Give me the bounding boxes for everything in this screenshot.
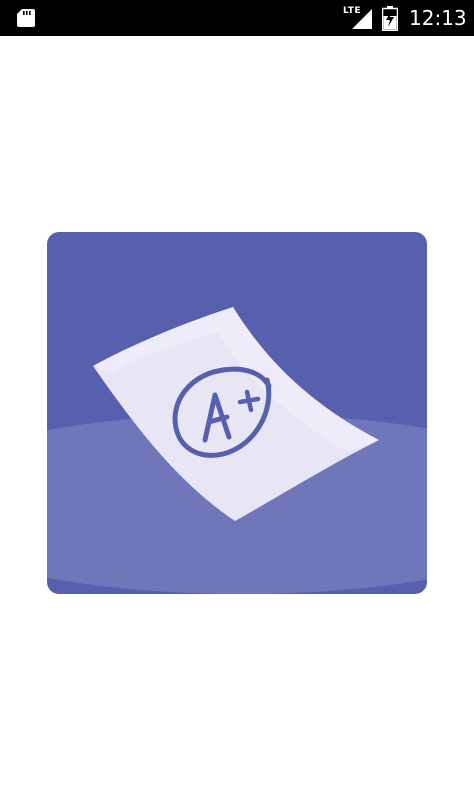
signal-icon	[352, 9, 372, 29]
battery-charging-icon	[382, 6, 398, 31]
app-logo-graded-paper-icon	[47, 232, 427, 594]
splash-screen	[0, 36, 474, 790]
status-bar: LTE 12:13	[0, 0, 474, 36]
clock: 12:13	[409, 6, 467, 30]
sd-card-icon	[17, 9, 35, 27]
